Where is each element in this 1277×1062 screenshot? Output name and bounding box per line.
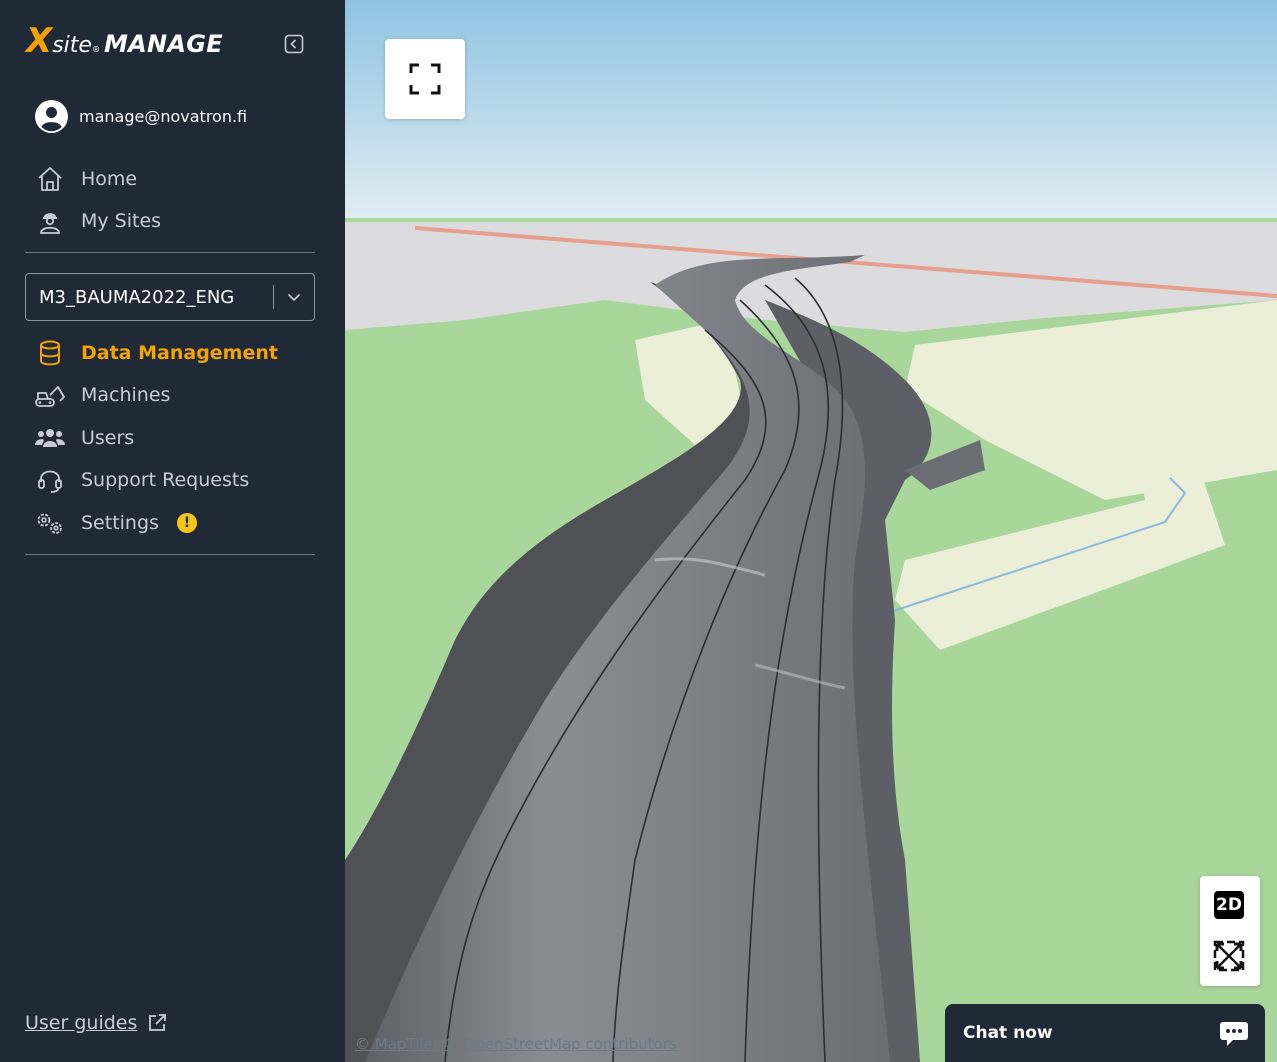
sidebar: X site ® MANAGE manage@novatron.fi Home … xyxy=(0,0,345,1062)
collapse-icon xyxy=(284,34,304,54)
nav-home-label: Home xyxy=(81,168,138,190)
divider xyxy=(25,554,315,555)
nav-support-requests[interactable]: Support Requests xyxy=(34,464,249,496)
nav-data-management-label: Data Management xyxy=(81,342,278,364)
nav-home[interactable]: Home xyxy=(34,163,137,195)
map-attribution: © MapTiler © OpenStreetMap contributors xyxy=(355,1035,677,1053)
sky xyxy=(345,0,1277,222)
chat-bubble-icon xyxy=(1219,1018,1249,1048)
worker-icon xyxy=(34,205,66,237)
headset-icon xyxy=(34,464,66,496)
chevron-down-icon xyxy=(274,292,314,302)
site-selector[interactable]: M3_BAUMA2022_ENG xyxy=(25,273,315,321)
openstreetmap-link[interactable]: © OpenStreetMap contributors xyxy=(444,1035,677,1053)
map-3d-view[interactable]: 2D © MapTiler © OpenStreetMap contributo… xyxy=(345,0,1277,1062)
map-view-controls: 2D xyxy=(1200,876,1260,986)
home-icon xyxy=(34,163,66,195)
nav-users-label: Users xyxy=(81,427,135,449)
user-guides-link[interactable]: User guides xyxy=(25,1012,167,1034)
fullscreen-button[interactable] xyxy=(385,39,465,119)
nav-machines-label: Machines xyxy=(81,384,171,406)
user-icon xyxy=(41,107,62,132)
maptiler-link[interactable]: © MapTiler xyxy=(355,1035,439,1053)
user-guides-label: User guides xyxy=(25,1012,138,1034)
settings-warning-badge: ! xyxy=(176,513,197,533)
chat-now-button[interactable]: Chat now xyxy=(945,1004,1265,1062)
nav-my-sites-label: My Sites xyxy=(81,210,162,232)
divider xyxy=(25,252,315,253)
nav-settings[interactable]: Settings ! xyxy=(34,507,197,539)
nav-users[interactable]: Users xyxy=(34,422,134,454)
nav-settings-label: Settings xyxy=(81,512,159,534)
nav-data-management[interactable]: Data Management xyxy=(34,337,278,369)
users-icon xyxy=(34,422,66,454)
collapse-sidebar-button[interactable] xyxy=(284,34,304,54)
site-selector-value: M3_BAUMA2022_ENG xyxy=(39,286,235,308)
gears-icon xyxy=(34,507,66,539)
user-profile[interactable]: manage@novatron.fi xyxy=(35,100,247,133)
chat-now-label: Chat now xyxy=(963,1023,1053,1043)
nav-machines[interactable]: Machines xyxy=(34,379,170,411)
zoom-extent-button[interactable] xyxy=(1213,940,1245,972)
database-icon xyxy=(34,337,66,369)
user-email: manage@novatron.fi xyxy=(79,107,248,126)
nav-support-requests-label: Support Requests xyxy=(81,469,250,491)
nav-my-sites[interactable]: My Sites xyxy=(34,205,161,237)
avatar xyxy=(35,100,68,133)
toggle-2d-button[interactable]: 2D xyxy=(1214,891,1244,919)
zoom-extent-icon xyxy=(1213,940,1245,972)
xsite-manage-logo: X site ® MANAGE xyxy=(26,21,223,61)
fullscreen-icon xyxy=(409,63,441,95)
external-link-icon xyxy=(147,1013,167,1033)
excavator-icon xyxy=(34,379,66,411)
terrain-scene xyxy=(345,0,1277,1062)
